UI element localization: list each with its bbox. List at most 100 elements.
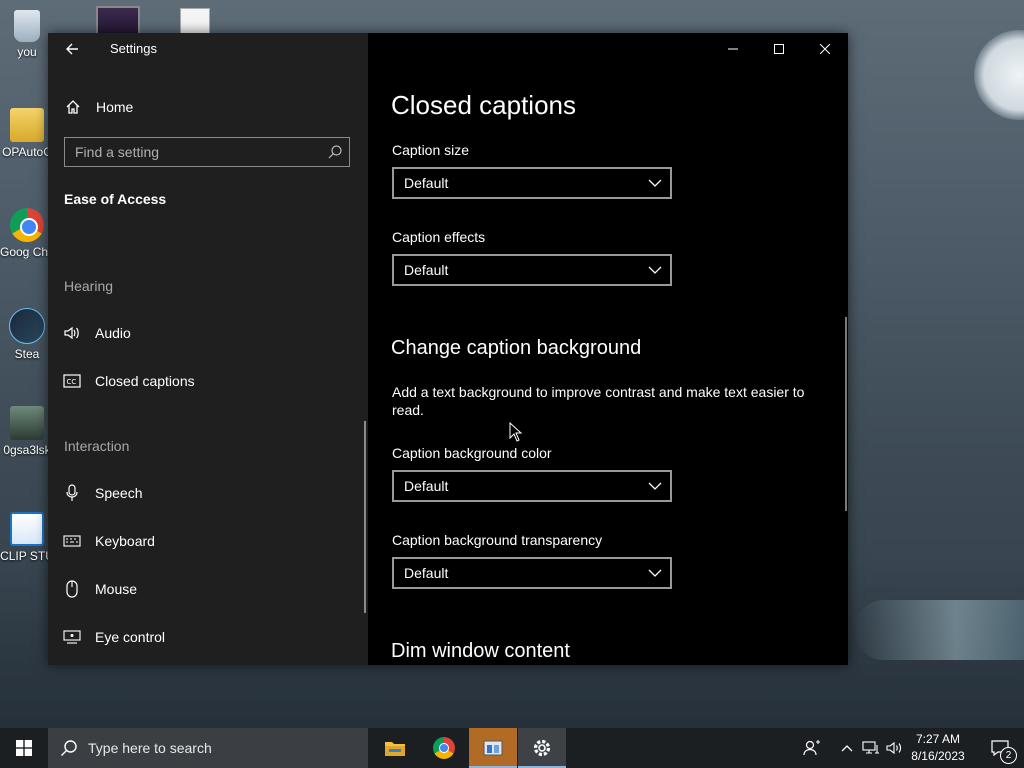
sidebar-item-label: Speech — [95, 485, 143, 501]
desktop-icon-label: Stea — [14, 347, 40, 361]
caption-background-transparency-label: Caption background transparency — [392, 532, 603, 548]
caption-background-color-label: Caption background color — [392, 445, 552, 461]
group-label-hearing: Hearing — [64, 278, 114, 294]
desktop-icon-opauto[interactable]: OPAutoC — [0, 108, 54, 159]
notification-count-badge: 2 — [1000, 747, 1017, 764]
settings-gear-icon — [533, 739, 551, 757]
window-controls — [710, 33, 848, 65]
desktop-icon-label: 0gsa3lsk — [3, 443, 51, 457]
taskbar-settings[interactable] — [518, 728, 566, 768]
sidebar-item-label: Closed captions — [95, 373, 195, 389]
recycle-bin-icon — [14, 10, 40, 42]
network-icon — [862, 741, 879, 754]
sidebar-item-closed-captions[interactable]: CC Closed captions — [62, 367, 195, 395]
sidebar-item-keyboard[interactable]: Keyboard — [62, 527, 155, 555]
title-bar: Settings — [48, 33, 368, 65]
background-description: Add a text background to improve contras… — [392, 384, 805, 418]
taskbar-clock[interactable]: 7:27 AM 8/16/2023 — [906, 731, 970, 765]
dropdown-value: Default — [404, 478, 449, 494]
content-pane: Closed captions Caption size Default Cap… — [368, 33, 848, 665]
maximize-button[interactable] — [756, 33, 802, 65]
sidebar-item-label: Audio — [95, 325, 131, 341]
clock-time: 7:27 AM — [915, 732, 961, 746]
windows-logo-icon — [16, 740, 32, 756]
desktop-icon-chrome[interactable]: Goog Chron — [0, 208, 54, 259]
settings-window: Settings Home Ease of Access Hearing Aud… — [48, 33, 848, 665]
chevron-down-icon — [648, 569, 662, 577]
minimize-button[interactable] — [710, 33, 756, 65]
volume-button[interactable] — [884, 728, 906, 768]
desktop-icon-label: you — [17, 45, 37, 59]
minimize-icon — [728, 48, 738, 50]
sidebar: Settings Home Ease of Access Hearing Aud… — [48, 33, 368, 665]
dropdown-value: Default — [404, 565, 449, 581]
mouse-icon — [62, 579, 82, 599]
nav-home[interactable]: Home — [64, 95, 133, 119]
desktop-icon-steam[interactable]: Stea — [0, 308, 54, 361]
section-title: Ease of Access — [64, 191, 167, 207]
back-button[interactable] — [58, 37, 86, 61]
desktop-icon-label: OPAutoC — [2, 145, 52, 159]
dropdown-value: Default — [404, 175, 449, 191]
content-scrollbar[interactable] — [845, 317, 847, 511]
show-hidden-icons-button[interactable] — [838, 728, 856, 768]
clock-date: 8/16/2023 — [911, 749, 965, 763]
sidebar-scrollbar[interactable] — [364, 421, 366, 613]
settings-search-input[interactable] — [65, 138, 335, 166]
caption-effects-label: Caption effects — [392, 229, 486, 245]
people-button[interactable] — [800, 728, 824, 768]
desktop-icon-0gsa3lsk[interactable]: 0gsa3lsk — [0, 406, 54, 457]
taskbar-app-highlighted[interactable] — [469, 728, 517, 768]
home-label: Home — [96, 99, 134, 115]
back-arrow-icon — [66, 43, 78, 55]
chrome-icon — [10, 208, 44, 242]
close-icon — [820, 44, 830, 54]
sidebar-item-speech[interactable]: Speech — [62, 479, 142, 507]
volume-icon — [886, 741, 902, 755]
taskbar-file-explorer[interactable] — [371, 728, 419, 768]
caption-background-transparency-dropdown[interactable]: Default — [392, 557, 672, 589]
group-label-interaction: Interaction — [64, 438, 130, 454]
folder-icon — [10, 108, 44, 142]
keyboard-icon — [62, 531, 82, 551]
close-button[interactable] — [802, 33, 848, 65]
maximize-icon — [774, 44, 784, 54]
chrome-icon — [433, 737, 455, 759]
home-icon — [64, 98, 82, 116]
chevron-down-icon — [648, 179, 662, 187]
cc-icon: CC — [62, 371, 82, 391]
sidebar-item-audio[interactable]: Audio — [62, 319, 131, 347]
taskbar: Type here to search 7:27 AM 8/16/2023 2 — [0, 728, 1024, 768]
start-button[interactable] — [0, 728, 48, 768]
image-icon — [10, 406, 44, 440]
search-icon[interactable] — [327, 144, 343, 160]
desktop-icon-label: CLIP STU — [0, 549, 54, 563]
caption-background-color-dropdown[interactable]: Default — [392, 470, 672, 502]
search-icon — [61, 740, 77, 756]
caption-effects-dropdown[interactable]: Default — [392, 254, 672, 286]
taskbar-search-box[interactable]: Type here to search — [48, 728, 368, 768]
settings-search-box[interactable] — [64, 137, 350, 167]
desktop-icon-clip-studio[interactable]: CLIP STU — [0, 512, 54, 563]
svg-text:CC: CC — [67, 378, 77, 386]
action-center-button[interactable]: 2 — [980, 728, 1020, 768]
chevron-up-icon — [841, 745, 853, 752]
caption-size-dropdown[interactable]: Default — [392, 167, 672, 199]
network-button[interactable] — [860, 728, 882, 768]
dim-window-heading: Dim window content — [391, 640, 570, 662]
sidebar-item-mouse[interactable]: Mouse — [62, 575, 137, 603]
app-icon — [483, 740, 503, 756]
desktop-icon-recycle-bin[interactable]: you — [0, 6, 54, 59]
clip-studio-icon — [10, 512, 44, 546]
sidebar-item-eye-control[interactable]: Eye control — [62, 623, 165, 651]
mouse-cursor-icon — [509, 422, 523, 442]
caption-size-label: Caption size — [392, 142, 470, 158]
window-title: Settings — [110, 41, 157, 56]
eye-control-icon — [62, 627, 82, 647]
sidebar-item-label: Mouse — [95, 581, 138, 597]
taskbar-search-placeholder: Type here to search — [88, 740, 212, 756]
wallpaper-moon — [974, 30, 1024, 120]
chevron-down-icon — [648, 266, 662, 274]
taskbar-chrome[interactable] — [420, 728, 468, 768]
page-title: Closed captions — [391, 90, 576, 120]
